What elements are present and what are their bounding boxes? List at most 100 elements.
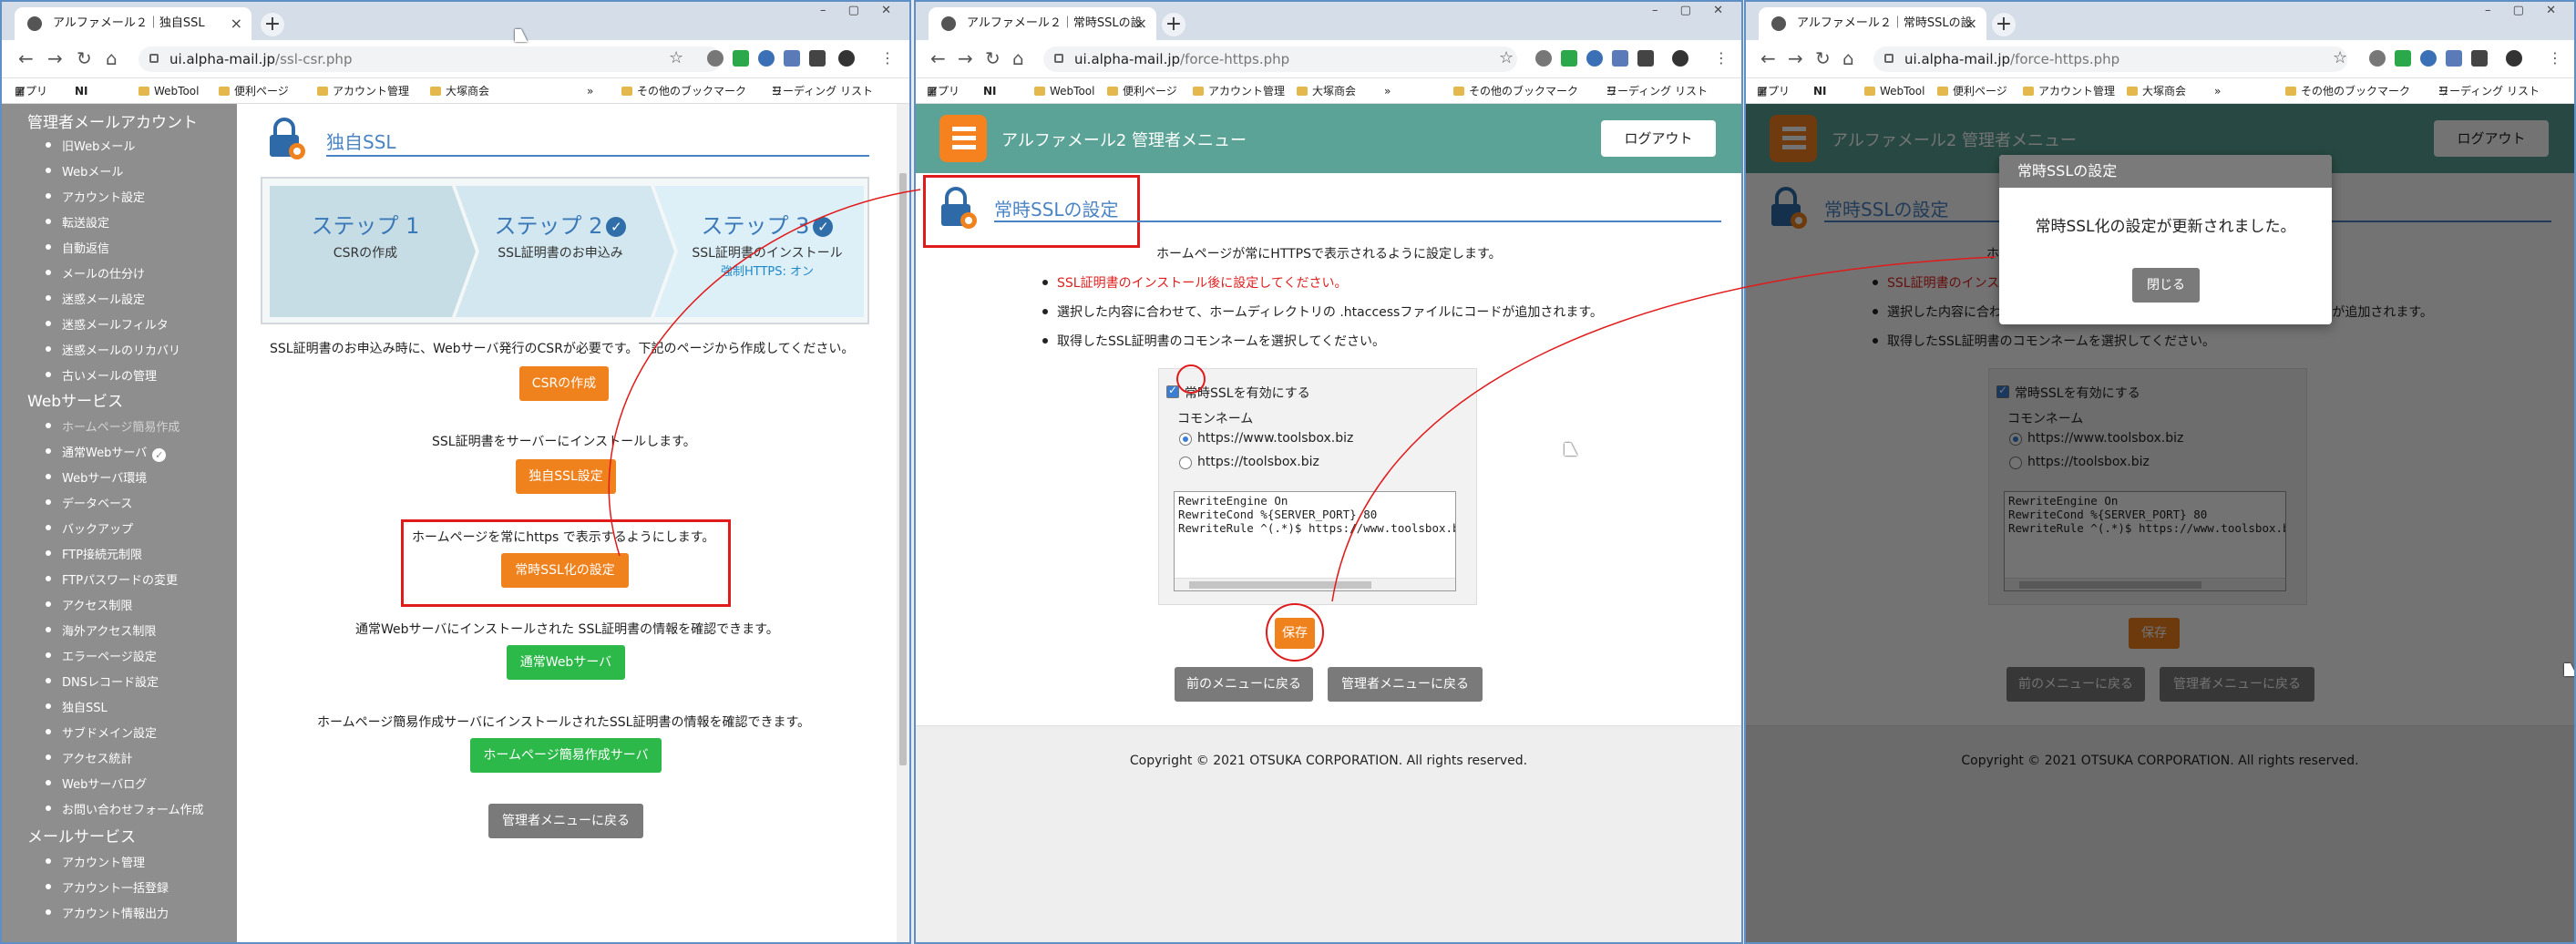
extension-icon[interactable] (1586, 50, 1603, 67)
htaccess-code-textarea[interactable]: RewriteEngine On RewriteCond %{SERVER_PO… (1174, 491, 1456, 591)
bookmark-item[interactable]: その他のブックマーク (2285, 78, 2410, 103)
reload-icon[interactable]: ↻ (985, 48, 1001, 68)
star-icon[interactable]: ☆ (669, 48, 683, 68)
bookmarks-overflow[interactable]: » (587, 78, 593, 103)
sidebar-item[interactable]: 古いメールの管理 (45, 366, 157, 384)
sidebar-item[interactable]: 自動返信 (45, 239, 109, 256)
tab-close-icon[interactable]: × (1965, 7, 1977, 40)
star-icon[interactable]: ☆ (1499, 48, 1514, 68)
logout-button[interactable]: ログアウト (1601, 120, 1716, 157)
sidebar-item[interactable]: 迷惑メールのリカバリ (45, 341, 180, 358)
extension-icon[interactable] (2369, 50, 2386, 67)
sidebar-item[interactable]: Webメール (45, 162, 123, 180)
reload-icon[interactable]: ↻ (1815, 48, 1831, 68)
sidebar-item[interactable]: バックアップ (45, 519, 133, 537)
sidebar-item[interactable]: Webサーバ環境 (45, 468, 147, 486)
sidebar-item[interactable]: FTP接続元制限 (45, 545, 142, 562)
save-button[interactable]: 保存 (1275, 618, 1315, 649)
bookmark-item[interactable]: 大塚商会 (2127, 78, 2186, 103)
common-name-radio[interactable] (1179, 433, 1192, 446)
star-icon[interactable]: ☆ (2333, 48, 2347, 68)
sidebar-item[interactable]: アカウント一括登録 (45, 878, 169, 896)
sidebar-item[interactable]: 独自SSL (46, 698, 108, 715)
window-controls[interactable]: – ▢ ✕ (1652, 4, 1732, 17)
extension-icon[interactable] (1637, 50, 1654, 67)
new-tab-icon[interactable]: + (1162, 13, 1185, 36)
sidebar-item[interactable]: 迷惑メール設定 (45, 290, 145, 307)
back-icon[interactable]: ← (930, 48, 946, 68)
reload-icon[interactable]: ↻ (77, 48, 92, 68)
bookmark-item[interactable]: 便利ページ (1937, 78, 2007, 103)
url-field[interactable]: ui.alpha-mail.jp/ssl-csr.php (139, 46, 722, 72)
window-controls[interactable]: – ▢ ✕ (820, 4, 900, 17)
avatar[interactable] (838, 50, 855, 67)
extension-icon[interactable] (2471, 50, 2488, 67)
sidebar-item[interactable]: 旧Webメール (45, 137, 135, 154)
sidebar-item[interactable]: アクセス制限 (45, 596, 132, 613)
new-tab-icon[interactable]: + (261, 13, 284, 36)
tab-close-icon[interactable]: × (231, 7, 242, 40)
dialog-close-button[interactable]: 閉じる (2132, 268, 2200, 303)
menu-icon[interactable]: ⋮ (1714, 48, 1729, 68)
sidebar-item[interactable]: 迷惑メールフィルタ (46, 315, 169, 333)
csr-create-button[interactable]: CSRの作成 (519, 366, 609, 401)
extension-icon[interactable] (758, 50, 775, 67)
extension-icon[interactable] (2446, 50, 2462, 67)
sidebar-item[interactable]: サブドメイン設定 (45, 723, 157, 741)
menu-icon[interactable]: ⋮ (2548, 48, 2562, 68)
bookmark-item[interactable]: WebTool (139, 78, 199, 103)
back-icon[interactable]: ← (18, 48, 34, 68)
new-tab-icon[interactable]: + (1992, 13, 2016, 36)
home-icon[interactable]: ⌂ (1842, 48, 1854, 68)
forward-icon[interactable]: → (1788, 48, 1803, 68)
ssl-settings-button[interactable]: 独自SSL設定 (516, 459, 616, 494)
extension-icon[interactable] (707, 50, 724, 67)
forward-icon[interactable]: → (47, 48, 63, 68)
bookmark-item[interactable]: アカウント管理 (317, 78, 409, 103)
sidebar-item[interactable]: エラーページ設定 (46, 647, 157, 664)
forward-icon[interactable]: → (958, 48, 973, 68)
sidebar-item[interactable]: お問い合わせフォーム作成 (46, 800, 204, 817)
extension-icon[interactable] (2420, 50, 2437, 67)
back-icon[interactable]: ← (1760, 48, 1776, 68)
home-icon[interactable]: ⌂ (1012, 48, 1024, 68)
bookmark-item[interactable]: 便利ページ (1107, 78, 1177, 103)
extension-icon[interactable] (733, 50, 749, 67)
sidebar-item[interactable]: 海外アクセス制限 (45, 621, 156, 639)
sidebar-item[interactable]: アカウント管理 (45, 853, 145, 870)
url-field[interactable]: ui.alpha-mail.jp/force-https.php (1043, 46, 1517, 72)
sidebar-item[interactable]: データベース (45, 494, 132, 511)
url-field[interactable]: ui.alpha-mail.jp/force-https.php (1873, 46, 2347, 72)
avatar[interactable] (1672, 50, 1688, 67)
avatar[interactable] (2506, 50, 2522, 67)
force-ssl-button[interactable]: 常時SSL化の設定 (501, 553, 629, 588)
bookmark-item[interactable]: 便利ページ (219, 78, 289, 103)
home-icon[interactable]: ⌂ (106, 48, 118, 68)
horizontal-scrollbar[interactable] (1175, 578, 1455, 590)
bookmark-item[interactable]: NI (983, 78, 997, 103)
extension-icon[interactable] (1612, 50, 1628, 67)
extension-icon[interactable] (784, 50, 800, 67)
web-server-button[interactable]: 通常Webサーバ (507, 645, 625, 680)
sidebar-item[interactable]: DNSレコード設定 (46, 672, 159, 690)
bookmarks-overflow[interactable]: » (2214, 78, 2221, 103)
common-name-radio[interactable] (1179, 457, 1192, 469)
sidebar-item[interactable]: Webサーバログ (45, 775, 147, 792)
bookmark-item[interactable]: WebTool (1864, 78, 1924, 103)
scrollbar-thumb[interactable] (899, 173, 907, 765)
extension-icon[interactable] (1561, 50, 1577, 67)
sidebar-item[interactable]: 通常Webサーバ ✓ (45, 443, 167, 462)
sidebar-item[interactable]: アカウント情報出力 (45, 904, 169, 921)
menu-icon[interactable]: ⋮ (880, 48, 895, 68)
bookmark-item[interactable]: NI (1813, 78, 1827, 103)
enable-ssl-checkbox[interactable] (1166, 384, 1179, 398)
bookmark-item[interactable]: アカウント管理 (1193, 78, 1285, 103)
bookmark-item[interactable]: アカウント管理 (2023, 78, 2115, 103)
extension-icon[interactable] (809, 50, 826, 67)
back-button[interactable]: 前のメニューに戻る (1175, 667, 1313, 702)
back-to-admin-button[interactable]: 管理者メニューに戻る (488, 804, 643, 838)
admin-menu-button[interactable]: 管理者メニューに戻る (1328, 667, 1483, 702)
extension-icon[interactable] (2395, 50, 2411, 67)
browser-tab[interactable]: アルファメール２｜独自SSL × (15, 7, 251, 40)
sidebar-item[interactable]: メールの仕分け (45, 264, 145, 282)
